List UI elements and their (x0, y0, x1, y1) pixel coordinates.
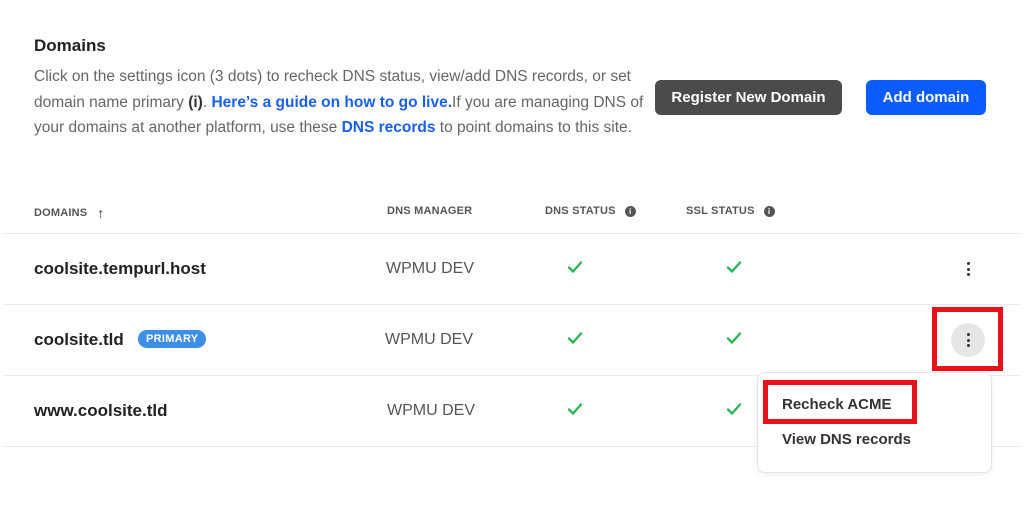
column-header-dns-status: DNS STATUS i (545, 205, 636, 217)
domain-name: coolsite.tld (34, 330, 124, 349)
arrow-up-icon[interactable]: ↑ (97, 205, 104, 221)
highlight-box (932, 307, 1003, 371)
info-marker: (i) (188, 93, 203, 111)
check-icon (726, 332, 742, 344)
primary-badge: PRIMARY (138, 330, 207, 348)
dns-manager-value: WPMU DEV (385, 331, 473, 348)
check-icon (726, 403, 742, 415)
column-header-dns-manager: DNS MANAGER (387, 205, 472, 217)
domains-title: Domains (34, 36, 106, 55)
column-header-domains[interactable]: DOMAINS ↑ (34, 205, 105, 221)
domains-description: Click on the settings icon (3 dots) to r… (34, 64, 644, 141)
menu-item-view-dns-records[interactable]: View DNS records (782, 431, 911, 448)
dns-manager-value: WPMU DEV (387, 402, 475, 419)
column-header-label: SSL STATUS (686, 205, 755, 217)
check-icon (567, 332, 583, 344)
column-header-label: DNS MANAGER (387, 205, 473, 217)
domain-name: www.coolsite.tld (34, 401, 168, 420)
dns-records-link[interactable]: DNS records (342, 119, 436, 136)
column-header-ssl-status: SSL STATUS i (686, 205, 775, 217)
info-icon[interactable]: i (624, 205, 636, 217)
column-header-label: DOMAINS (34, 207, 88, 219)
guide-link[interactable]: Here’s a guide on how to go live. (211, 94, 452, 111)
dns-manager-value: WPMU DEV (386, 260, 474, 277)
row-divider (4, 233, 1020, 234)
check-icon (567, 403, 583, 415)
check-icon (726, 261, 742, 273)
highlight-box (763, 380, 917, 424)
check-icon (567, 261, 583, 273)
info-icon[interactable]: i (763, 205, 775, 217)
row-actions-button[interactable] (951, 252, 985, 286)
domain-name: coolsite.tempurl.host (34, 259, 206, 278)
more-vertical-icon (966, 262, 970, 276)
add-domain-button[interactable]: Add domain (866, 80, 986, 115)
column-header-label: DNS STATUS (545, 205, 616, 217)
description-text: to point domains to this site. (435, 119, 632, 136)
row-divider (4, 304, 1020, 305)
register-new-domain-button[interactable]: Register New Domain (655, 80, 842, 115)
